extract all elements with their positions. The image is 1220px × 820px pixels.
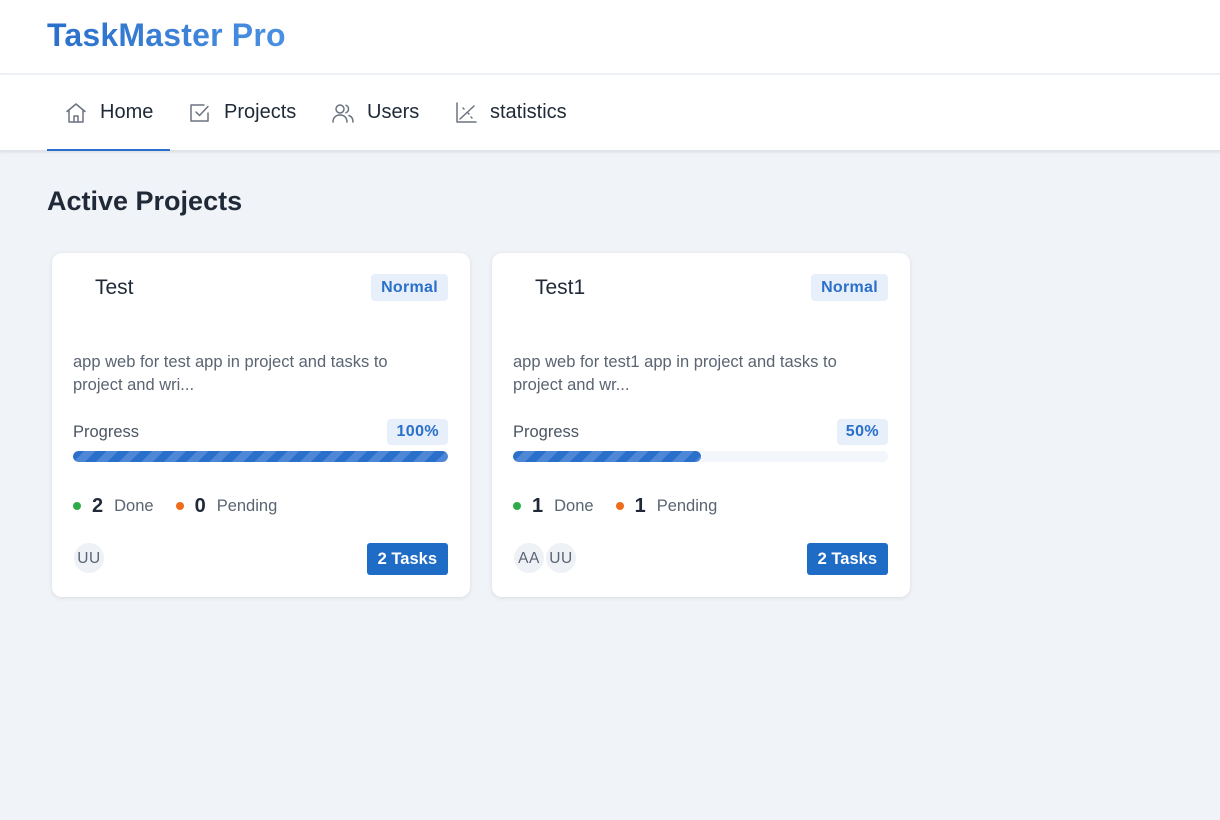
member-avatars: UU (73, 542, 105, 574)
done-dot-icon (73, 502, 81, 510)
tab-users[interactable]: Users (331, 75, 419, 150)
pending-label: Pending (656, 496, 718, 515)
tab-home[interactable]: Home (47, 75, 170, 151)
project-description: app web for test1 app in project and tas… (513, 353, 837, 394)
done-label: Done (114, 496, 154, 515)
page-title: Active Projects (47, 186, 243, 216)
project-card-test1[interactable]: Test1 Normal app web for test1 app in pr… (492, 253, 910, 597)
tab-users-label: Users (367, 101, 420, 123)
pending-count: 0 (194, 494, 206, 517)
task-stats: 2 Done 0 Pending (73, 494, 277, 518)
users-icon (331, 101, 355, 125)
tasks-button[interactable]: 2 Tasks (366, 543, 448, 575)
project-name: Test1 (535, 276, 586, 299)
progress-percent-badge: 100% (387, 419, 448, 445)
pending-label: Pending (216, 496, 278, 515)
avatar[interactable]: UU (73, 542, 105, 574)
done-count: 2 (92, 494, 104, 517)
project-card-test[interactable]: Test Normal app web for test app in proj… (52, 253, 470, 597)
priority-badge: Normal (371, 274, 448, 301)
done-count: 1 (532, 494, 544, 517)
progress-bar (73, 451, 448, 462)
top-header: TaskMaster Pro (0, 0, 1220, 74)
progress-bar-fill (513, 451, 701, 462)
app-title: TaskMaster Pro (47, 17, 286, 53)
checkbox-icon (188, 101, 212, 125)
pending-count: 1 (634, 494, 646, 517)
progress-label: Progress (73, 423, 140, 441)
tab-statistics[interactable]: statistics (454, 75, 567, 150)
main-nav: Home Projects Users statistics (0, 75, 1220, 151)
home-icon (64, 101, 88, 125)
tab-projects[interactable]: Projects (188, 75, 296, 150)
avatar[interactable]: UU (545, 542, 577, 574)
progress-bar-fill (73, 451, 448, 462)
project-name: Test (95, 276, 134, 299)
tab-home-label: Home (100, 101, 154, 123)
project-description: app web for test app in project and task… (73, 353, 388, 394)
member-avatars: AA UU (513, 542, 577, 574)
chart-icon (454, 101, 478, 125)
tab-projects-label: Projects (224, 101, 297, 123)
progress-percent-badge: 50% (836, 419, 888, 445)
progress-label: Progress (513, 423, 580, 441)
pending-dot-icon (615, 502, 624, 510)
pending-dot-icon (175, 502, 184, 510)
tasks-button[interactable]: 2 Tasks (806, 543, 888, 575)
tab-statistics-label: statistics (490, 101, 567, 123)
task-stats: 1 Done 1 Pending (513, 494, 717, 518)
done-dot-icon (513, 502, 521, 510)
avatar[interactable]: AA (513, 542, 545, 574)
done-label: Done (554, 496, 594, 515)
priority-badge: Normal (811, 274, 888, 301)
progress-bar (513, 451, 888, 462)
